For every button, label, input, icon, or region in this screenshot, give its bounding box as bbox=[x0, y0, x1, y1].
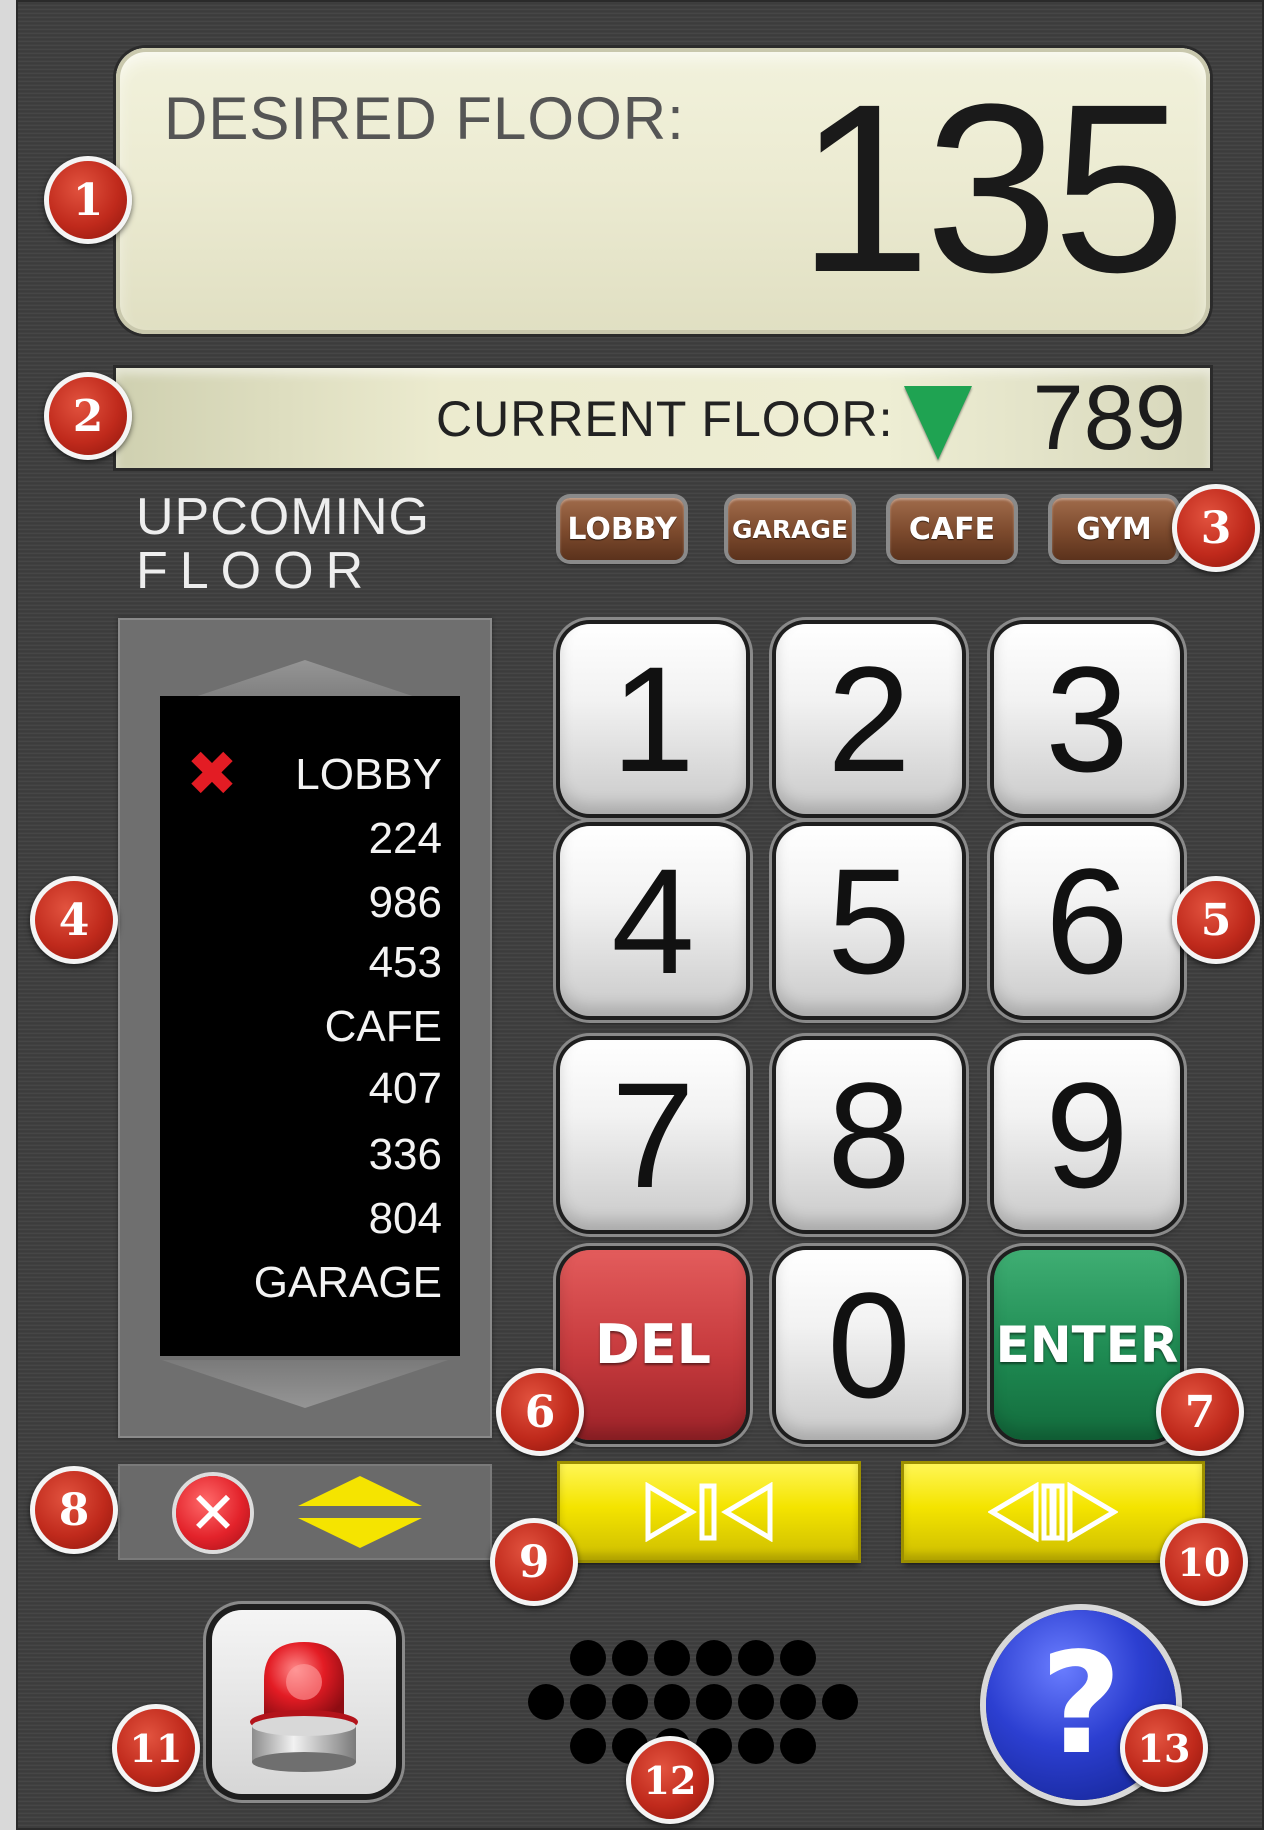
elevator-panel: DESIRED FLOOR: 135 CURRENT FLOOR: 789 UP… bbox=[16, 0, 1264, 1830]
down-arrow-small-icon bbox=[298, 1518, 422, 1548]
shortcut-garage-button[interactable]: GARAGE bbox=[728, 498, 852, 560]
list-item[interactable]: LOBBY bbox=[295, 750, 442, 800]
marker-2: 2 bbox=[44, 372, 132, 460]
key-2-button[interactable]: 2 bbox=[776, 624, 962, 814]
list-item[interactable]: 804 bbox=[369, 1194, 442, 1244]
list-item[interactable]: 986 bbox=[369, 878, 442, 928]
list-item[interactable]: GARAGE bbox=[254, 1258, 442, 1308]
current-floor-label: CURRENT FLOOR: bbox=[436, 391, 894, 447]
key-7-button[interactable]: 7 bbox=[560, 1040, 746, 1230]
shortcut-lobby-button[interactable]: LOBBY bbox=[560, 498, 684, 560]
marker-3: 3 bbox=[1172, 484, 1260, 572]
shortcut-gym-button[interactable]: GYM bbox=[1052, 498, 1176, 560]
upcoming-title-line2: FLOOR bbox=[136, 542, 376, 600]
marker-6: 6 bbox=[496, 1368, 584, 1456]
alarm-siren-icon bbox=[250, 1642, 358, 1772]
list-item[interactable]: 453 bbox=[369, 938, 442, 988]
marker-13: 13 bbox=[1120, 1704, 1208, 1792]
help-icon: ? bbox=[1040, 1623, 1122, 1786]
key-8-button[interactable]: 8 bbox=[776, 1040, 962, 1230]
marker-8: 8 bbox=[30, 1466, 118, 1554]
up-down-arrows-icon[interactable] bbox=[298, 1476, 422, 1548]
list-item[interactable]: CAFE bbox=[325, 1002, 442, 1052]
desired-floor-display: DESIRED FLOOR: 135 bbox=[116, 48, 1210, 334]
alarm-button[interactable] bbox=[212, 1610, 396, 1794]
marker-7: 7 bbox=[1156, 1368, 1244, 1456]
marker-1: 1 bbox=[44, 156, 132, 244]
enter-button[interactable]: ENTER bbox=[994, 1250, 1180, 1440]
up-arrow-icon bbox=[298, 1476, 422, 1506]
cancel-icon[interactable]: ✕ bbox=[176, 1476, 250, 1550]
key-3-button[interactable]: 3 bbox=[994, 624, 1180, 814]
marker-9: 9 bbox=[490, 1518, 578, 1606]
close-doors-button[interactable] bbox=[560, 1464, 858, 1560]
list-item[interactable]: 407 bbox=[369, 1064, 442, 1114]
marker-10: 10 bbox=[1160, 1518, 1248, 1606]
current-floor-display: CURRENT FLOOR: 789 bbox=[116, 368, 1210, 468]
list-item[interactable]: 224 bbox=[369, 814, 442, 864]
list-controls-bar: ✕ bbox=[118, 1464, 492, 1560]
marker-12: 12 bbox=[626, 1736, 714, 1824]
key-6-button[interactable]: 6 bbox=[994, 826, 1180, 1016]
marker-5: 5 bbox=[1172, 876, 1260, 964]
close-doors-icon bbox=[645, 1482, 773, 1542]
upcoming-title-line1: UPCOMING bbox=[136, 488, 430, 546]
upcoming-floor-list-panel: ✖ LOBBY 224 986 453 CAFE 407 336 804 GAR… bbox=[118, 618, 492, 1438]
delete-button[interactable]: DEL bbox=[560, 1250, 746, 1440]
scroll-down-icon[interactable] bbox=[162, 1360, 448, 1408]
desired-floor-value: 135 bbox=[797, 54, 1186, 322]
shortcut-garage-label: GARAGE bbox=[731, 514, 849, 544]
open-doors-icon bbox=[988, 1482, 1118, 1542]
marker-4: 4 bbox=[30, 876, 118, 964]
x-icon[interactable]: ✖ bbox=[186, 743, 238, 805]
marker-11: 11 bbox=[112, 1704, 200, 1792]
down-arrow-icon bbox=[904, 386, 972, 460]
key-1-button[interactable]: 1 bbox=[560, 624, 746, 814]
key-0-button[interactable]: 0 bbox=[776, 1250, 962, 1440]
current-floor-value: 789 bbox=[1032, 367, 1187, 469]
open-doors-button[interactable] bbox=[904, 1464, 1202, 1560]
upcoming-floor-title: UPCOMING FLOOR bbox=[136, 488, 430, 600]
desired-floor-label: DESIRED FLOOR: bbox=[164, 85, 685, 152]
key-5-button[interactable]: 5 bbox=[776, 826, 962, 1016]
key-4-button[interactable]: 4 bbox=[560, 826, 746, 1016]
upcoming-floor-list: ✖ LOBBY 224 986 453 CAFE 407 336 804 GAR… bbox=[160, 696, 460, 1356]
key-9-button[interactable]: 9 bbox=[994, 1040, 1180, 1230]
shortcut-cafe-button[interactable]: CAFE bbox=[890, 498, 1014, 560]
list-item[interactable]: 336 bbox=[369, 1130, 442, 1180]
